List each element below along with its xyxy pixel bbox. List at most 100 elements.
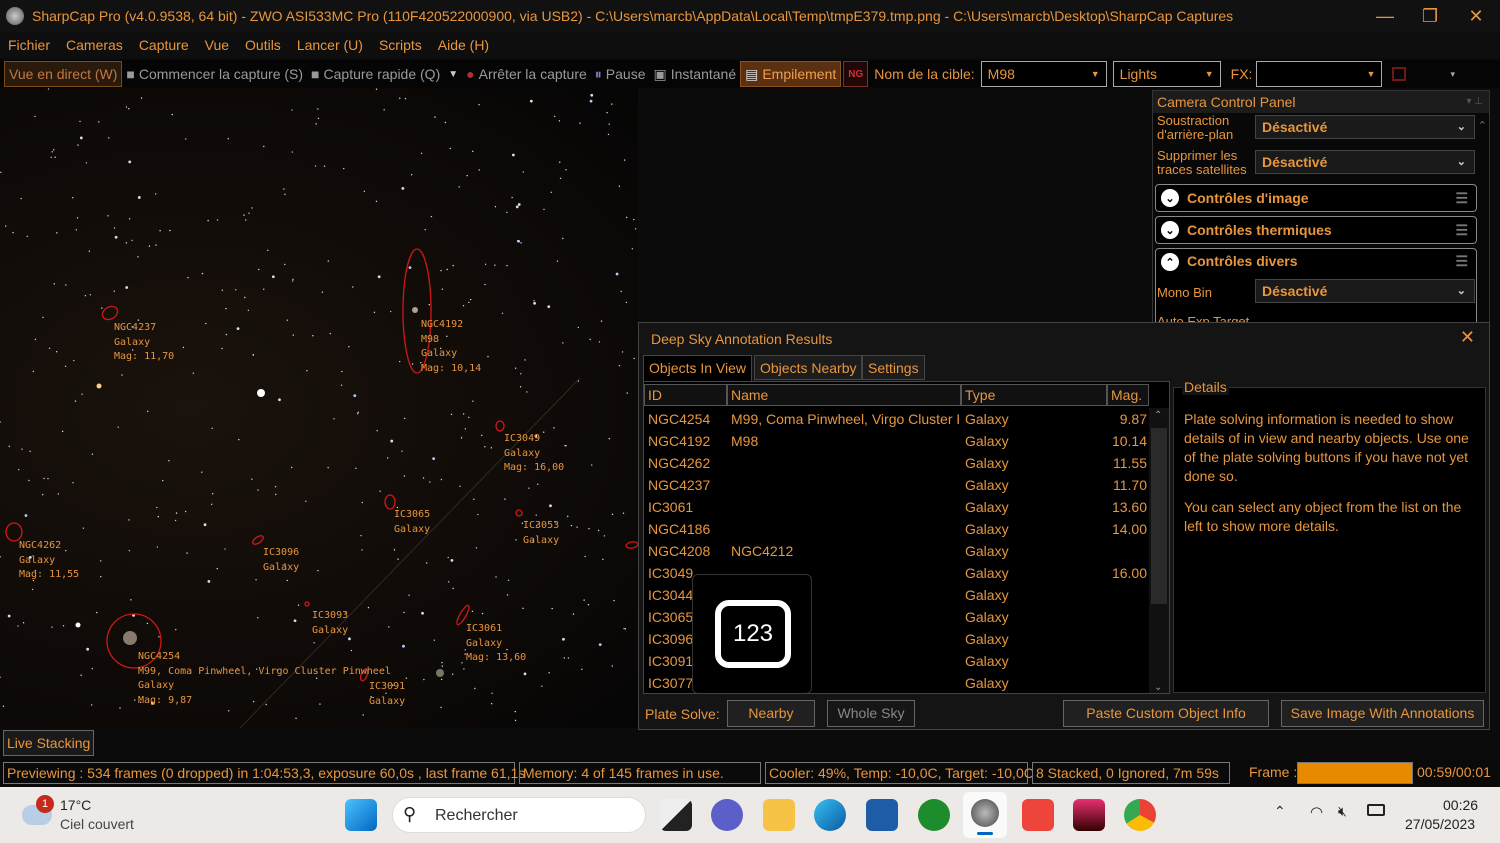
microsoft-store-icon[interactable] <box>866 799 898 831</box>
astro-photo-app-icon[interactable] <box>1073 799 1105 831</box>
tab-settings[interactable]: Settings <box>862 355 925 380</box>
whole-sky-button[interactable]: Whole Sky <box>827 700 915 727</box>
start-capture-button[interactable]: ■ Commencer la capture (S) <box>122 61 307 87</box>
ng-icon[interactable]: NG <box>843 61 869 87</box>
star <box>517 203 521 206</box>
windows-start-icon[interactable] <box>345 799 377 831</box>
table-row[interactable]: NGC4208 NGC4212 Galaxy <box>644 540 1149 562</box>
table-row[interactable]: NGC4262 Galaxy 11.55 <box>644 452 1149 474</box>
star <box>169 229 171 232</box>
star <box>520 373 522 375</box>
satellite-trails-select[interactable]: Désactivé ⌄ <box>1255 150 1475 174</box>
menu-lancer[interactable]: Lancer (U) <box>297 37 363 53</box>
table-row[interactable]: NGC4254 M99, Coma Pinwheel, Virgo Cluster… <box>644 408 1149 430</box>
menu-fichier[interactable]: Fichier <box>8 37 50 53</box>
clock-date[interactable]: 27/05/2023 <box>1405 816 1475 832</box>
scroll-down-icon[interactable]: ⌄ <box>1154 682 1162 693</box>
star <box>147 410 149 413</box>
image-viewer[interactable]: NGC4237 Galaxy Mag: 11,70 NGC4192 M98 Gal… <box>0 88 638 728</box>
star <box>626 392 628 394</box>
table-row[interactable]: IC3061 Galaxy 13.60 <box>644 496 1149 518</box>
star <box>559 161 561 163</box>
menu-scripts[interactable]: Scripts <box>379 37 422 53</box>
pin-icon[interactable]: ▾ ⊥ <box>1466 91 1483 113</box>
menu-outils[interactable]: Outils <box>245 37 281 53</box>
mono-bin-select[interactable]: Désactivé ⌄ <box>1255 279 1475 303</box>
capture-dropdown-chevron-icon[interactable]: ▼ <box>444 61 462 87</box>
menu-vue[interactable]: Vue <box>205 37 229 53</box>
battery-icon[interactable] <box>1367 804 1385 816</box>
chrome-icon[interactable] <box>1124 799 1156 831</box>
star <box>54 156 56 158</box>
live-view-button[interactable]: Vue en direct (W) <box>4 61 123 87</box>
weather-badge: 1 <box>36 795 54 813</box>
star <box>441 678 443 681</box>
toolbar-overflow-icon[interactable]: ▾ <box>1450 69 1455 80</box>
column-header-name[interactable]: Name <box>727 384 961 406</box>
sharpcap-taskbar-icon[interactable] <box>963 792 1007 838</box>
target-name-select[interactable]: M98 ▼ <box>980 61 1107 87</box>
save-image-annotations-button[interactable]: Save Image With Annotations <box>1281 700 1484 727</box>
column-header-type[interactable]: Type <box>961 384 1107 406</box>
fx-select[interactable]: ▼ <box>1256 61 1383 87</box>
quick-capture-button[interactable]: ■ Capture rapide (Q) <box>307 61 444 87</box>
table-scrollbar[interactable]: ⌃ ⌄ <box>1149 408 1169 693</box>
star <box>257 617 259 619</box>
teams-chat-icon[interactable] <box>711 799 743 831</box>
clock-time[interactable]: 00:26 <box>1443 797 1478 813</box>
table-row[interactable]: NGC4192 M98 Galaxy 10.14 <box>644 430 1149 452</box>
stacking-button[interactable]: ▤ Empilement <box>740 61 842 87</box>
scroll-up-icon[interactable]: ⌃ <box>1154 410 1162 421</box>
section-image-controls[interactable]: ⌄ Contrôles d'image ☰ <box>1155 184 1477 212</box>
weather-desc[interactable]: Ciel couvert <box>60 816 134 832</box>
task-view-icon[interactable] <box>660 799 692 831</box>
keyboard-overlay[interactable]: 123 <box>692 574 812 693</box>
tab-objects-in-view[interactable]: Objects In View <box>643 355 753 382</box>
anydesk-icon[interactable] <box>1022 799 1054 831</box>
snapshot-button[interactable]: ▣ Instantané <box>649 61 740 87</box>
star <box>514 367 517 369</box>
drag-handle-icon[interactable]: ☰ <box>1455 222 1468 239</box>
record-indicator-icon[interactable] <box>1392 67 1407 81</box>
cell-mag: 11.70 <box>1113 477 1147 493</box>
menu-aide[interactable]: Aide (H) <box>438 37 489 53</box>
drag-handle-icon[interactable]: ☰ <box>1455 253 1468 270</box>
tray-overflow-chevron-icon[interactable]: ⌃ <box>1274 803 1286 820</box>
table-row[interactable]: NGC4186 Galaxy 14.00 <box>644 518 1149 540</box>
menu-capture[interactable]: Capture <box>139 37 189 53</box>
stop-capture-button[interactable]: ● Arrêter la capture <box>462 61 591 87</box>
search-box[interactable]: ⚲ Rechercher <box>392 797 646 833</box>
table-row[interactable]: NGC4237 Galaxy 11.70 <box>644 474 1149 496</box>
star <box>556 260 559 262</box>
paste-custom-object-button[interactable]: Paste Custom Object Info <box>1063 700 1269 727</box>
tab-objects-nearby[interactable]: Objects Nearby <box>754 355 863 380</box>
scrollbar-thumb[interactable] <box>1151 428 1167 604</box>
section-thermal-controls[interactable]: ⌄ Contrôles thermiques ☰ <box>1155 216 1477 244</box>
column-header-mag[interactable]: Mag. <box>1107 384 1149 406</box>
background-subtraction-select[interactable]: Désactivé ⌄ <box>1255 115 1475 139</box>
star <box>450 558 454 562</box>
edge-browser-icon[interactable] <box>814 799 846 831</box>
star <box>119 707 121 709</box>
weather-temp[interactable]: 17°C <box>60 797 91 813</box>
cell-mag: 11.55 <box>1113 455 1147 471</box>
star <box>506 594 509 596</box>
menu-cameras[interactable]: Cameras <box>66 37 123 53</box>
maximize-button[interactable]: ❐ <box>1407 0 1453 32</box>
live-stacking-tab[interactable]: Live Stacking <box>3 730 95 756</box>
dialog-close-button[interactable]: ✕ <box>1460 327 1475 348</box>
column-header-id[interactable]: ID <box>644 384 727 406</box>
drag-handle-icon[interactable]: ☰ <box>1455 190 1468 207</box>
frame-type-select[interactable]: Lights ▼ <box>1112 61 1221 87</box>
minimize-button[interactable]: — <box>1362 0 1408 32</box>
wifi-icon[interactable]: ◠ <box>1310 803 1323 821</box>
file-explorer-icon[interactable] <box>763 799 795 831</box>
close-button[interactable]: ✕ <box>1453 0 1499 32</box>
star <box>113 227 116 229</box>
phd2-guiding-icon[interactable] <box>918 799 950 831</box>
nearby-button[interactable]: Nearby <box>727 700 815 727</box>
scroll-up-icon[interactable]: ⌃ <box>1478 119 1487 132</box>
annotation-ellipse <box>384 494 396 510</box>
pause-button[interactable]: ⏸ Pause <box>591 61 650 87</box>
volume-muted-icon[interactable]: 🔇︎ <box>1338 803 1347 820</box>
